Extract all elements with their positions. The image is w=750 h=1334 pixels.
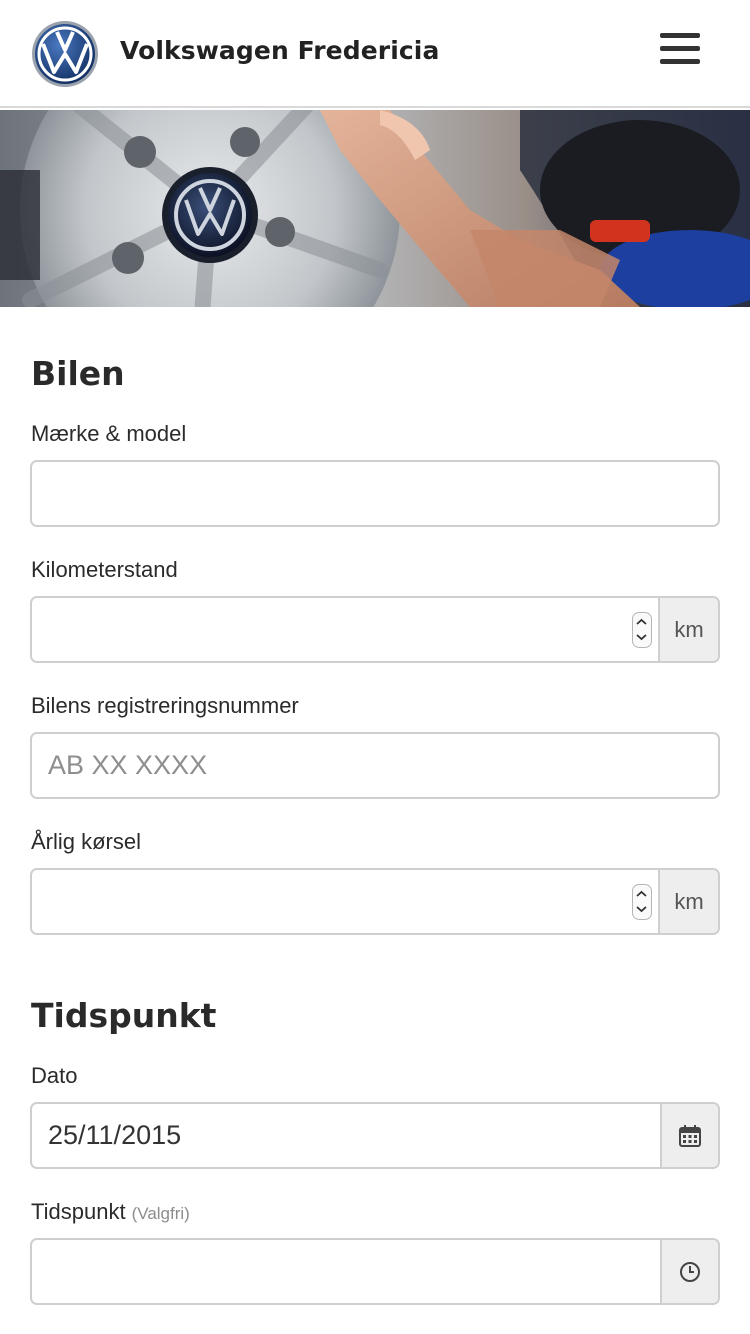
hamburger-menu-icon[interactable] <box>652 26 708 78</box>
date-label: Dato <box>31 1063 78 1088</box>
annual-driving-label: Årlig kørsel <box>31 829 142 854</box>
time-field <box>30 1238 720 1305</box>
mileage-label: Kilometerstand <box>31 557 178 582</box>
registration-input[interactable] <box>32 734 718 797</box>
mileage-input[interactable] <box>32 598 658 661</box>
vw-logo-icon[interactable] <box>31 20 99 88</box>
mileage-field: km <box>30 596 720 663</box>
time-input[interactable] <box>32 1240 660 1303</box>
mileage-spinner[interactable] <box>632 612 652 648</box>
section-title-car: Bilen <box>31 354 125 393</box>
make-model-input[interactable] <box>32 462 718 525</box>
section-title-time: Tidspunkt <box>31 996 217 1035</box>
hero-image <box>0 110 750 307</box>
optional-hint: (Valgfri) <box>131 1204 190 1223</box>
clock-icon[interactable] <box>660 1240 718 1303</box>
annual-driving-field: km <box>30 868 720 935</box>
annual-driving-spinner[interactable] <box>632 884 652 920</box>
date-field <box>30 1102 720 1169</box>
mileage-unit: km <box>658 598 718 661</box>
annual-driving-input[interactable] <box>32 870 658 933</box>
time-label-text: Tidspunkt <box>31 1199 126 1224</box>
date-input[interactable] <box>32 1104 660 1167</box>
app-header: Volkswagen Fredericia <box>0 0 750 108</box>
calendar-icon[interactable] <box>660 1104 718 1167</box>
annual-driving-unit: km <box>658 870 718 933</box>
brand-title: Volkswagen Fredericia <box>120 36 440 65</box>
make-model-label: Mærke & model <box>31 421 187 446</box>
registration-label: Bilens registreringsnummer <box>31 693 299 718</box>
make-model-field <box>30 460 720 527</box>
time-label: Tidspunkt (Valgfri) <box>31 1199 190 1225</box>
registration-field <box>30 732 720 799</box>
